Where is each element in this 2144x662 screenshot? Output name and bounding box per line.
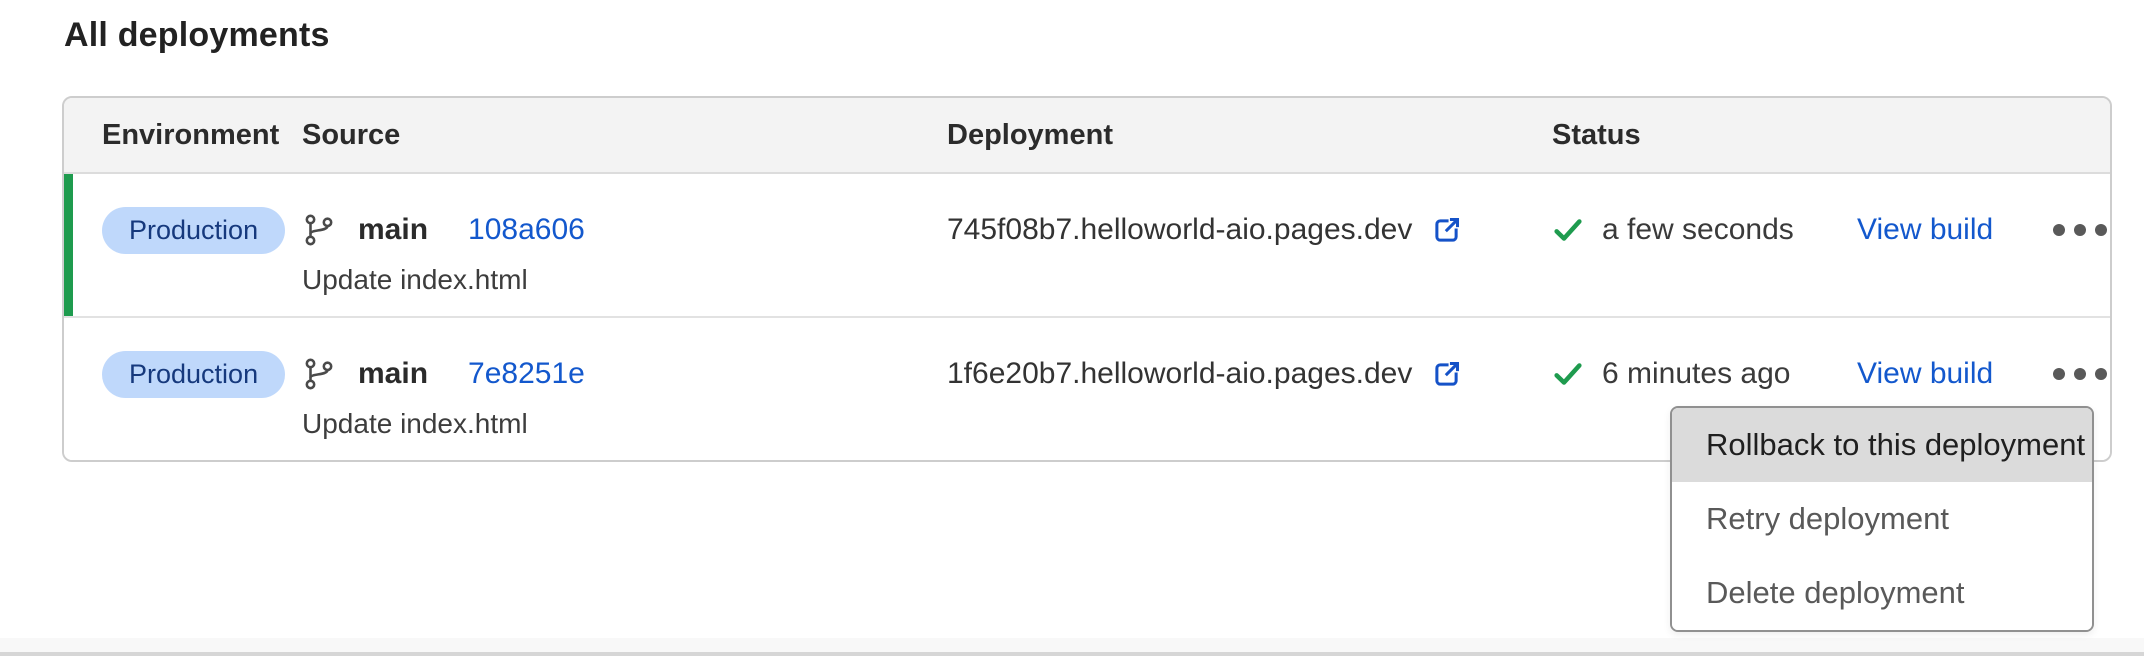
deployment-cell: 745f08b7.helloworld-aio.pages.dev bbox=[947, 204, 1552, 256]
column-header-deployment: Deployment bbox=[947, 119, 1552, 152]
column-header-status: Status bbox=[1552, 119, 1857, 152]
menu-item-delete[interactable]: Delete deployment bbox=[1672, 556, 2092, 630]
commit-message: Update index.html bbox=[302, 264, 947, 296]
deployment-cell: 1f6e20b7.helloworld-aio.pages.dev bbox=[947, 348, 1552, 400]
source-cell: main 7e8251e Update index.html bbox=[302, 348, 947, 440]
view-build-cell: View build bbox=[1857, 348, 2047, 400]
view-build-link[interactable]: View build bbox=[1857, 357, 1993, 391]
git-branch-icon bbox=[302, 357, 336, 391]
page-bottom-strip bbox=[0, 638, 2144, 652]
commit-message: Update index.html bbox=[302, 408, 947, 440]
commit-link[interactable]: 108a606 bbox=[468, 213, 585, 247]
view-build-link[interactable]: View build bbox=[1857, 213, 1993, 247]
external-link-icon[interactable] bbox=[1430, 358, 1463, 391]
deployments-page: { "page": { "title": "All deployments" }… bbox=[0, 0, 2144, 662]
status-cell: a few seconds bbox=[1552, 204, 1857, 256]
table-header-row: Environment Source Deployment Status bbox=[64, 98, 2110, 174]
git-branch-icon bbox=[302, 213, 336, 247]
branch-name: main bbox=[358, 213, 428, 247]
external-link-icon[interactable] bbox=[1430, 214, 1463, 247]
deployment-context-menu: Rollback to this deployment Retry deploy… bbox=[1670, 406, 2094, 632]
environment-cell: Production bbox=[102, 348, 302, 400]
page-title: All deployments bbox=[64, 16, 330, 55]
ellipsis-icon[interactable] bbox=[2047, 214, 2112, 246]
status-cell: 6 minutes ago bbox=[1552, 348, 1857, 400]
status-time: a few seconds bbox=[1602, 213, 1794, 247]
menu-item-rollback[interactable]: Rollback to this deployment bbox=[1672, 408, 2092, 482]
row-menu-cell bbox=[2047, 204, 2112, 256]
ellipsis-icon[interactable] bbox=[2047, 358, 2112, 390]
status-time: 6 minutes ago bbox=[1602, 357, 1790, 391]
column-header-source: Source bbox=[302, 119, 947, 152]
page-bottom-divider bbox=[0, 652, 2144, 656]
deployment-url: 745f08b7.helloworld-aio.pages.dev bbox=[947, 213, 1412, 247]
environment-cell: Production bbox=[102, 204, 302, 256]
source-cell: main 108a606 Update index.html bbox=[302, 204, 947, 296]
column-header-environment: Environment bbox=[102, 119, 302, 152]
check-icon bbox=[1552, 214, 1584, 246]
check-icon bbox=[1552, 358, 1584, 390]
current-deployment-indicator bbox=[64, 174, 73, 316]
deployment-url: 1f6e20b7.helloworld-aio.pages.dev bbox=[947, 357, 1412, 391]
table-row: Production main 108a606 Update index.htm… bbox=[64, 174, 2110, 318]
commit-link[interactable]: 7e8251e bbox=[468, 357, 585, 391]
view-build-cell: View build bbox=[1857, 204, 2047, 256]
environment-badge: Production bbox=[102, 207, 285, 254]
environment-badge: Production bbox=[102, 351, 285, 398]
row-menu-cell bbox=[2047, 348, 2112, 400]
branch-name: main bbox=[358, 357, 428, 391]
menu-item-retry[interactable]: Retry deployment bbox=[1672, 482, 2092, 556]
